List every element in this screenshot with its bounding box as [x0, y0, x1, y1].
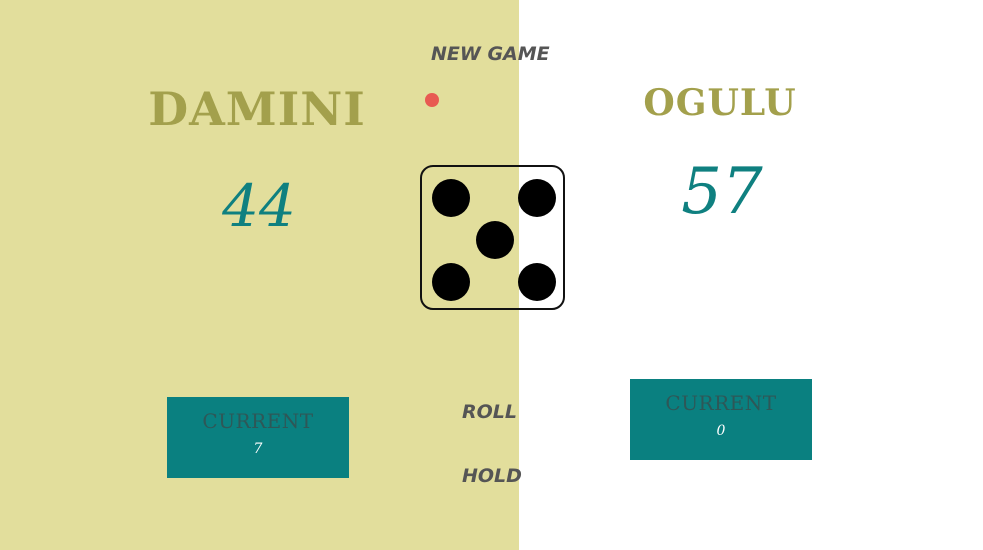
- dice-pip: [432, 179, 470, 217]
- player-1-current-box: CURRENT 7: [167, 397, 349, 478]
- dice-pip: [432, 263, 470, 301]
- player-1-score: 44: [222, 172, 296, 240]
- player-1-current-value: 7: [253, 441, 263, 457]
- player-2-name: OGULU: [643, 82, 797, 124]
- roll-dice-button[interactable]: ROLL: [462, 401, 517, 423]
- hold-button[interactable]: HOLD: [462, 465, 522, 487]
- player-2-current-value: 0: [716, 423, 726, 439]
- active-player-dot-icon: [425, 93, 439, 107]
- dice-pip: [518, 179, 556, 217]
- dice-pip: [476, 221, 514, 259]
- player-1-name: DAMINI: [148, 82, 366, 136]
- player-2-score: 57: [681, 155, 763, 229]
- game-board: DAMINI 44 CURRENT 7 OGULU 57 CURRENT 0 N…: [0, 0, 983, 550]
- dice-five-icon: [420, 165, 565, 310]
- player-1-current-label: CURRENT: [202, 409, 314, 433]
- dice-pip: [518, 263, 556, 301]
- player-2-current-box: CURRENT 0: [630, 379, 812, 460]
- player-2-current-label: CURRENT: [665, 391, 777, 415]
- new-game-button[interactable]: NEW GAME: [431, 43, 550, 65]
